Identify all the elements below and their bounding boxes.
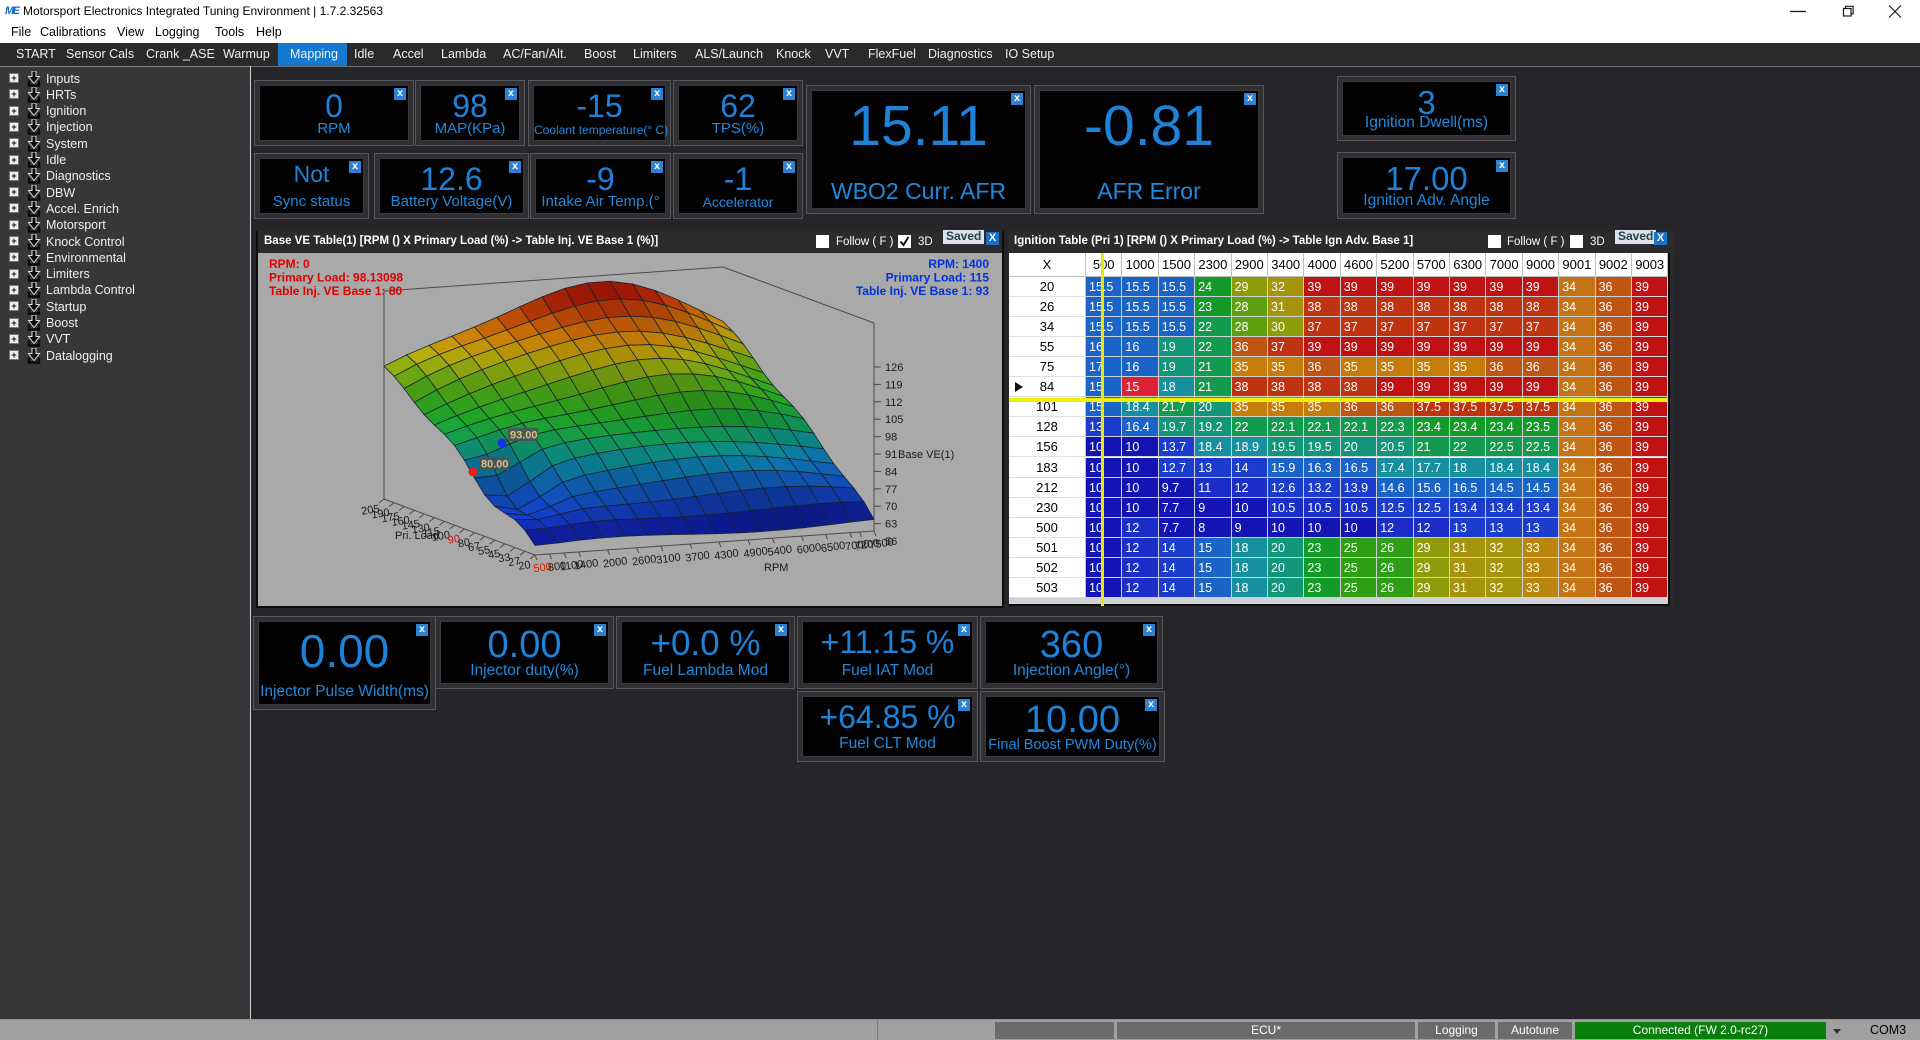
svg-text:63: 63	[885, 519, 897, 531]
svg-text:Table Inj. VE Base 1: 80: Table Inj. VE Base 1: 80	[269, 284, 402, 298]
svg-text:Base VE(1): Base VE(1)	[898, 449, 954, 461]
svg-text:20: 20	[517, 559, 531, 573]
svg-text:Primary Load: 98.13098: Primary Load: 98.13098	[269, 271, 403, 285]
svg-text:80.00: 80.00	[481, 459, 509, 471]
svg-text:77: 77	[885, 484, 897, 496]
svg-text:105: 105	[885, 414, 903, 426]
svg-text:Pri. Load: Pri. Load	[395, 530, 439, 542]
svg-text:119: 119	[885, 379, 903, 391]
svg-text:112: 112	[885, 397, 903, 409]
svg-text:126: 126	[885, 362, 903, 374]
svg-text:91: 91	[885, 449, 897, 461]
svg-text:RPM: 1400: RPM: 1400	[928, 257, 989, 271]
svg-text:70: 70	[885, 501, 897, 513]
svg-text:Table Inj. VE Base 1: 93: Table Inj. VE Base 1: 93	[856, 284, 989, 298]
svg-text:Primary Load: 115: Primary Load: 115	[886, 271, 990, 285]
svg-text:93.00: 93.00	[510, 430, 538, 442]
svg-text:98: 98	[885, 432, 897, 444]
svg-text:RPM: RPM	[764, 562, 788, 574]
svg-text:84: 84	[885, 466, 897, 478]
svg-text:RPM: 0: RPM: 0	[269, 257, 310, 271]
